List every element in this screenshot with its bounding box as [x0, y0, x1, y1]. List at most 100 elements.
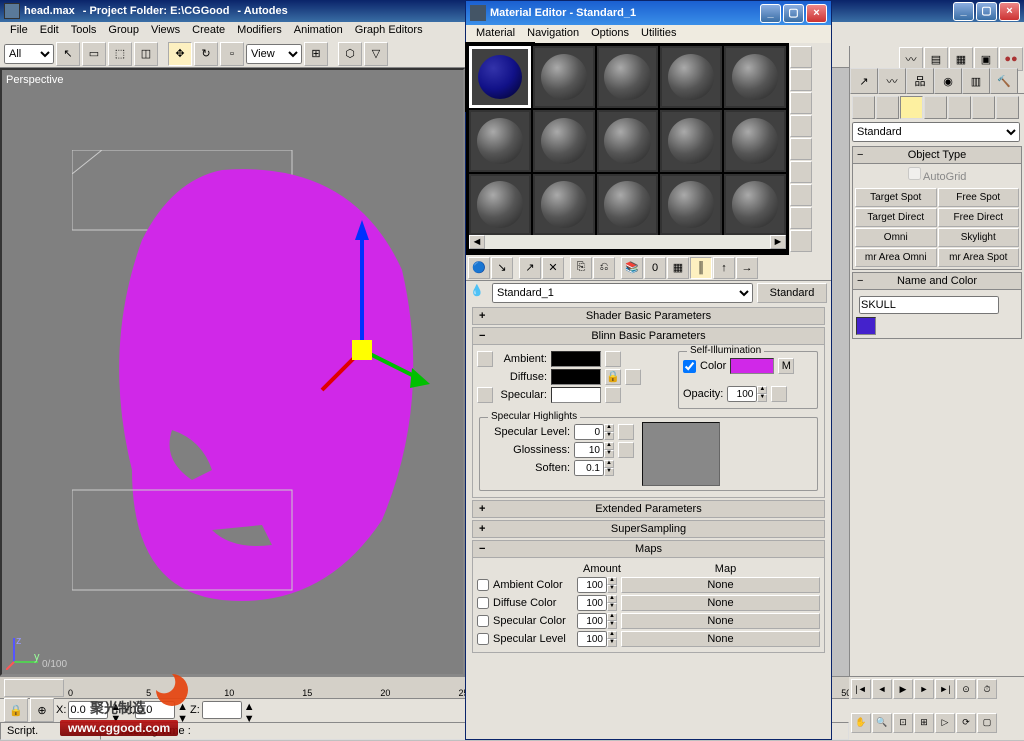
- skylight-button[interactable]: Skylight: [938, 228, 1020, 247]
- name-color-rollout-header[interactable]: −Name and Color: [853, 273, 1021, 290]
- background-icon[interactable]: [790, 92, 812, 114]
- time-config-icon[interactable]: ⏱: [977, 679, 997, 699]
- menu-file[interactable]: File: [4, 24, 34, 38]
- menu-views[interactable]: Views: [145, 24, 186, 38]
- ambient-color-swatch[interactable]: [551, 351, 601, 367]
- diffuse-lock-icon[interactable]: 🔒: [605, 369, 621, 385]
- backlight-icon[interactable]: [790, 69, 812, 91]
- modify-tab-icon[interactable]: 〰: [878, 68, 906, 94]
- material-slot-9[interactable]: [660, 110, 722, 172]
- menu-group[interactable]: Group: [102, 24, 145, 38]
- mat-menu-options[interactable]: Options: [585, 27, 635, 41]
- object-type-rollout-header[interactable]: −Object Type: [853, 147, 1021, 164]
- sample-uv-icon[interactable]: [790, 115, 812, 137]
- select-region-icon[interactable]: ▭: [82, 42, 106, 66]
- material-slot-8[interactable]: [597, 110, 659, 172]
- create-subcategory-dropdown[interactable]: Standard: [852, 122, 1020, 142]
- target-spot-button[interactable]: Target Spot: [855, 188, 937, 207]
- make-copy-icon[interactable]: ⎘: [570, 257, 592, 279]
- make-preview-icon[interactable]: [790, 161, 812, 183]
- self-illum-m-button[interactable]: M: [778, 358, 794, 374]
- mr-area-spot-button[interactable]: mr Area Spot: [938, 248, 1020, 267]
- pan-icon[interactable]: ✋: [851, 713, 871, 733]
- diffuse-color-amount-spinner[interactable]: ▲▼: [577, 595, 617, 611]
- material-slot-12[interactable]: [533, 174, 595, 236]
- mat-close-button[interactable]: ×: [806, 4, 827, 23]
- make-unique-icon[interactable]: ⎌: [593, 257, 615, 279]
- ambient-color-amount-spinner[interactable]: ▲▼: [577, 577, 617, 593]
- menu-create[interactable]: Create: [186, 24, 231, 38]
- diffuse-color-map-checkbox[interactable]: [477, 597, 489, 609]
- select-window-icon[interactable]: ◫: [134, 42, 158, 66]
- motion-tab-icon[interactable]: ◉: [934, 68, 962, 94]
- blinn-basic-rollout-header[interactable]: −Blinn Basic Parameters: [472, 327, 825, 345]
- menu-animation[interactable]: Animation: [288, 24, 349, 38]
- mirror-icon[interactable]: ▽: [364, 42, 388, 66]
- lights-icon[interactable]: [900, 96, 923, 119]
- go-to-parent-icon[interactable]: ↑: [713, 257, 735, 279]
- eyedropper-icon[interactable]: 💧: [470, 284, 488, 302]
- object-color-swatch[interactable]: [856, 317, 876, 335]
- material-slot-4[interactable]: [660, 46, 722, 108]
- material-id-icon[interactable]: 0: [644, 257, 666, 279]
- zoom-extents-icon[interactable]: ⊞: [914, 713, 934, 733]
- specular-color-swatch[interactable]: [551, 387, 601, 403]
- target-direct-button[interactable]: Target Direct: [855, 208, 937, 227]
- utilities-tab-icon[interactable]: 🔨: [990, 68, 1018, 94]
- material-slot-1[interactable]: [469, 46, 531, 108]
- absolute-mode-icon[interactable]: ⊕: [30, 698, 54, 722]
- video-check-icon[interactable]: [790, 138, 812, 160]
- select-object-icon[interactable]: ↖: [56, 42, 80, 66]
- specular-level-map-checkbox[interactable]: [477, 633, 489, 645]
- put-to-library-icon[interactable]: 📚: [621, 257, 643, 279]
- move-tool-icon[interactable]: ✥: [168, 42, 192, 66]
- mat-map-nav-icon[interactable]: [790, 230, 812, 252]
- show-in-viewport-icon[interactable]: ▦: [667, 257, 689, 279]
- material-slot-5[interactable]: [724, 46, 786, 108]
- supersampling-rollout-header[interactable]: +SuperSampling: [472, 520, 825, 538]
- mat-minimize-button[interactable]: _: [760, 4, 781, 23]
- fov-icon[interactable]: ▷: [935, 713, 955, 733]
- next-frame-icon[interactable]: ►: [914, 679, 934, 699]
- mr-area-omni-button[interactable]: mr Area Omni: [855, 248, 937, 267]
- diffuse-color-swatch[interactable]: [551, 369, 601, 385]
- mat-menu-navigation[interactable]: Navigation: [521, 27, 585, 41]
- material-rollouts[interactable]: +Shader Basic Parameters −Blinn Basic Pa…: [466, 305, 831, 725]
- maximize-button[interactable]: ▢: [976, 2, 997, 21]
- goto-end-icon[interactable]: ►|: [935, 679, 955, 699]
- object-name-input[interactable]: [859, 296, 999, 314]
- goto-start-icon[interactable]: |◄: [851, 679, 871, 699]
- opacity-map-button[interactable]: [771, 386, 787, 402]
- self-illum-color-checkbox[interactable]: [683, 360, 696, 373]
- get-material-icon[interactable]: 🔵: [468, 257, 490, 279]
- scroll-right-icon[interactable]: ►: [770, 235, 786, 249]
- assign-to-selection-icon[interactable]: ↗: [519, 257, 541, 279]
- create-tab-icon[interactable]: ↗: [850, 68, 878, 94]
- helpers-icon[interactable]: [948, 96, 971, 119]
- material-slot-10[interactable]: [724, 110, 786, 172]
- select-by-mat-icon[interactable]: [790, 207, 812, 229]
- material-editor-titlebar[interactable]: Material Editor - Standard_1 _ ▢ ×: [466, 1, 831, 25]
- snap-toggle-icon[interactable]: ⬡: [338, 42, 362, 66]
- close-button[interactable]: ×: [999, 2, 1020, 21]
- menu-modifiers[interactable]: Modifiers: [231, 24, 288, 38]
- arc-rotate-icon[interactable]: ⟳: [956, 713, 976, 733]
- put-to-scene-icon[interactable]: ↘: [491, 257, 513, 279]
- spacewarps-icon[interactable]: [972, 96, 995, 119]
- diffuse-color-map-button[interactable]: None: [621, 595, 820, 611]
- soften-spinner[interactable]: ▲▼: [574, 460, 614, 476]
- shader-basic-rollout-header[interactable]: +Shader Basic Parameters: [472, 307, 825, 325]
- menu-graph-editors[interactable]: Graph Editors: [349, 24, 429, 38]
- material-slot-15[interactable]: [724, 174, 786, 236]
- ambient-color-map-button[interactable]: None: [621, 577, 820, 593]
- omni-button[interactable]: Omni: [855, 228, 937, 247]
- key-mode-icon[interactable]: ⊙: [956, 679, 976, 699]
- scroll-left-icon[interactable]: ◄: [469, 235, 485, 249]
- viewport[interactable]: Perspective z y 0/100: [0, 68, 465, 676]
- lock-selection-icon[interactable]: 🔒: [4, 698, 28, 722]
- specular-level-map-button[interactable]: None: [621, 631, 820, 647]
- spec-level-map-button[interactable]: [618, 424, 634, 440]
- specular-lock-icon[interactable]: [477, 387, 493, 403]
- sample-type-icon[interactable]: [790, 46, 812, 68]
- play-icon[interactable]: ▶: [893, 679, 913, 699]
